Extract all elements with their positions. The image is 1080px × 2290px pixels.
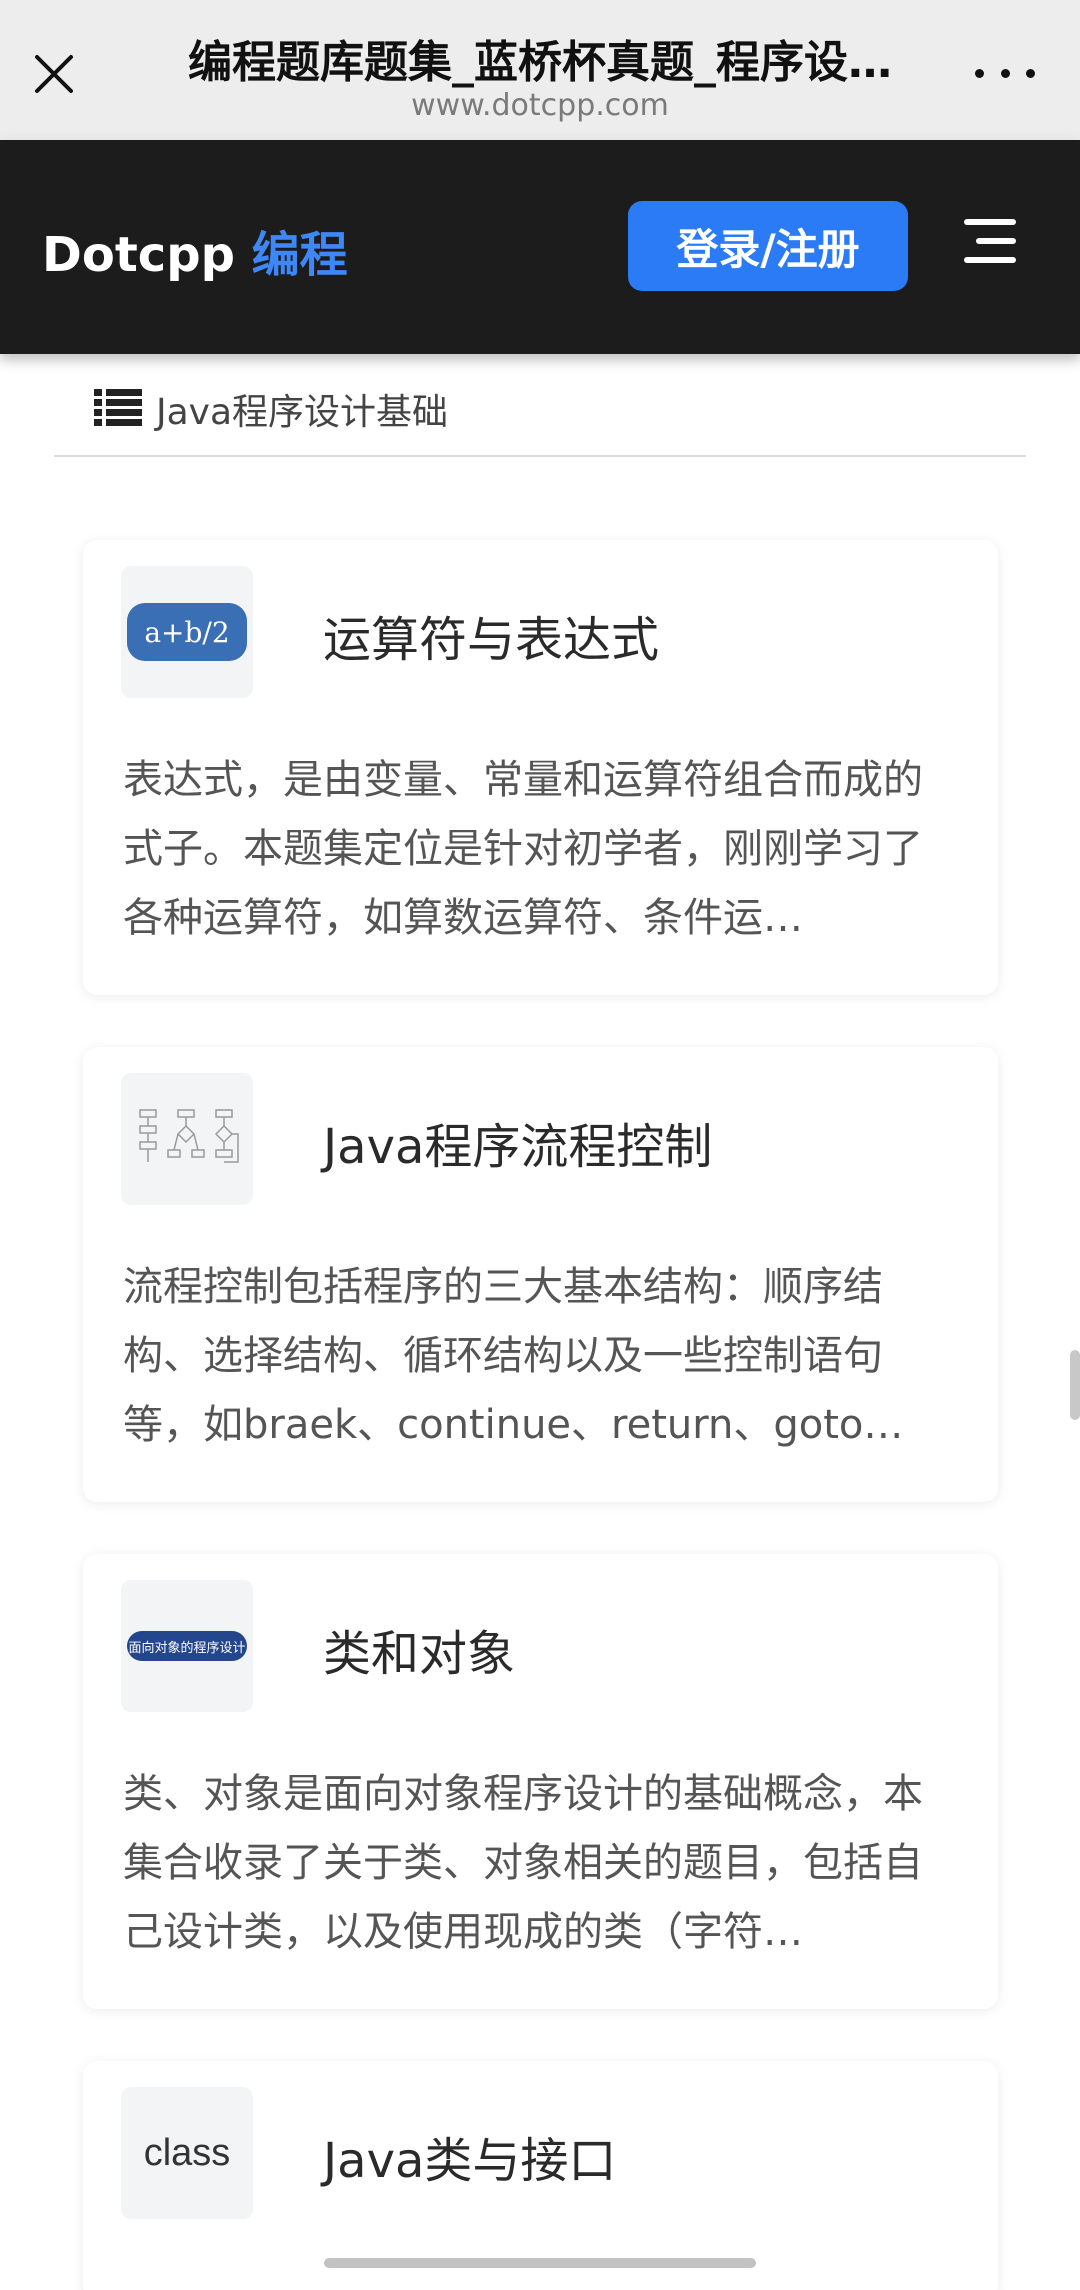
- list-icon: [94, 387, 142, 431]
- problem-set-card[interactable]: Java程序流程控制 流程控制包括程序的三大基本结构：顺序结构、选择结构、循环结…: [83, 1047, 998, 1502]
- card-description: 表达式，是由变量、常量和运算符组合而成的式子。本题集定位是针对初学者，刚刚学习了…: [123, 757, 923, 941]
- home-indicator[interactable]: [324, 2258, 756, 2268]
- page-url: www.dotcpp.com: [411, 88, 669, 123]
- card-title[interactable]: Java程序流程控制: [323, 1107, 712, 1177]
- page-title: 编程题库题集_蓝桥杯真题_程序设…: [188, 37, 892, 88]
- card-thumbnail: a+b/2: [121, 566, 253, 698]
- card-thumbnail: class: [121, 2087, 253, 2219]
- menu-icon[interactable]: [956, 217, 1016, 267]
- more-options-icon[interactable]: [975, 58, 1035, 88]
- card-description: 类、对象是面向对象程序设计的基础概念，本集合收录了关于类、对象相关的题目，包括自…: [123, 1771, 923, 1955]
- card-thumbnail: 面向对象的程序设计: [121, 1580, 253, 1712]
- scrollbar-thumb[interactable]: [1070, 1350, 1080, 1420]
- oop-badge: 面向对象的程序设计: [127, 1631, 247, 1661]
- class-badge: class: [143, 2131, 231, 2174]
- formula-badge: a+b/2: [127, 603, 247, 661]
- problem-set-card[interactable]: a+b/2 运算符与表达式 表达式，是由变量、常量和运算符组合而成的式子。本题集…: [83, 540, 998, 995]
- problem-set-card[interactable]: 面向对象的程序设计 类和对象 类、对象是面向对象程序设计的基础概念，本集合收录了…: [83, 1554, 998, 2009]
- card-title[interactable]: 运算符与表达式: [323, 600, 659, 670]
- card-title[interactable]: Java类与接口: [323, 2121, 616, 2191]
- flowchart-icon: [139, 1109, 239, 1163]
- breadcrumb: Java程序设计基础: [94, 384, 448, 434]
- card-description: 流程控制包括程序的三大基本结构：顺序结构、选择结构、循环结构以及一些控制语句等，…: [123, 1264, 904, 1448]
- logo-text: Dotcpp: [42, 227, 252, 283]
- browser-top-bar: 编程题库题集_蓝桥杯真题_程序设… www.dotcpp.com: [0, 0, 1080, 140]
- login-register-button[interactable]: 登录/注册: [628, 201, 908, 291]
- problem-set-card[interactable]: class Java类与接口: [83, 2061, 998, 2290]
- card-title[interactable]: 类和对象: [323, 1614, 515, 1684]
- site-header: Dotcpp 编程 登录/注册: [0, 140, 1080, 354]
- logo-accent-text: 编程: [251, 227, 348, 283]
- site-logo[interactable]: Dotcpp 编程: [42, 215, 348, 285]
- breadcrumb-label: Java程序设计基础: [156, 392, 449, 433]
- close-icon[interactable]: [28, 48, 80, 100]
- divider: [54, 455, 1026, 457]
- card-thumbnail: [121, 1073, 253, 1205]
